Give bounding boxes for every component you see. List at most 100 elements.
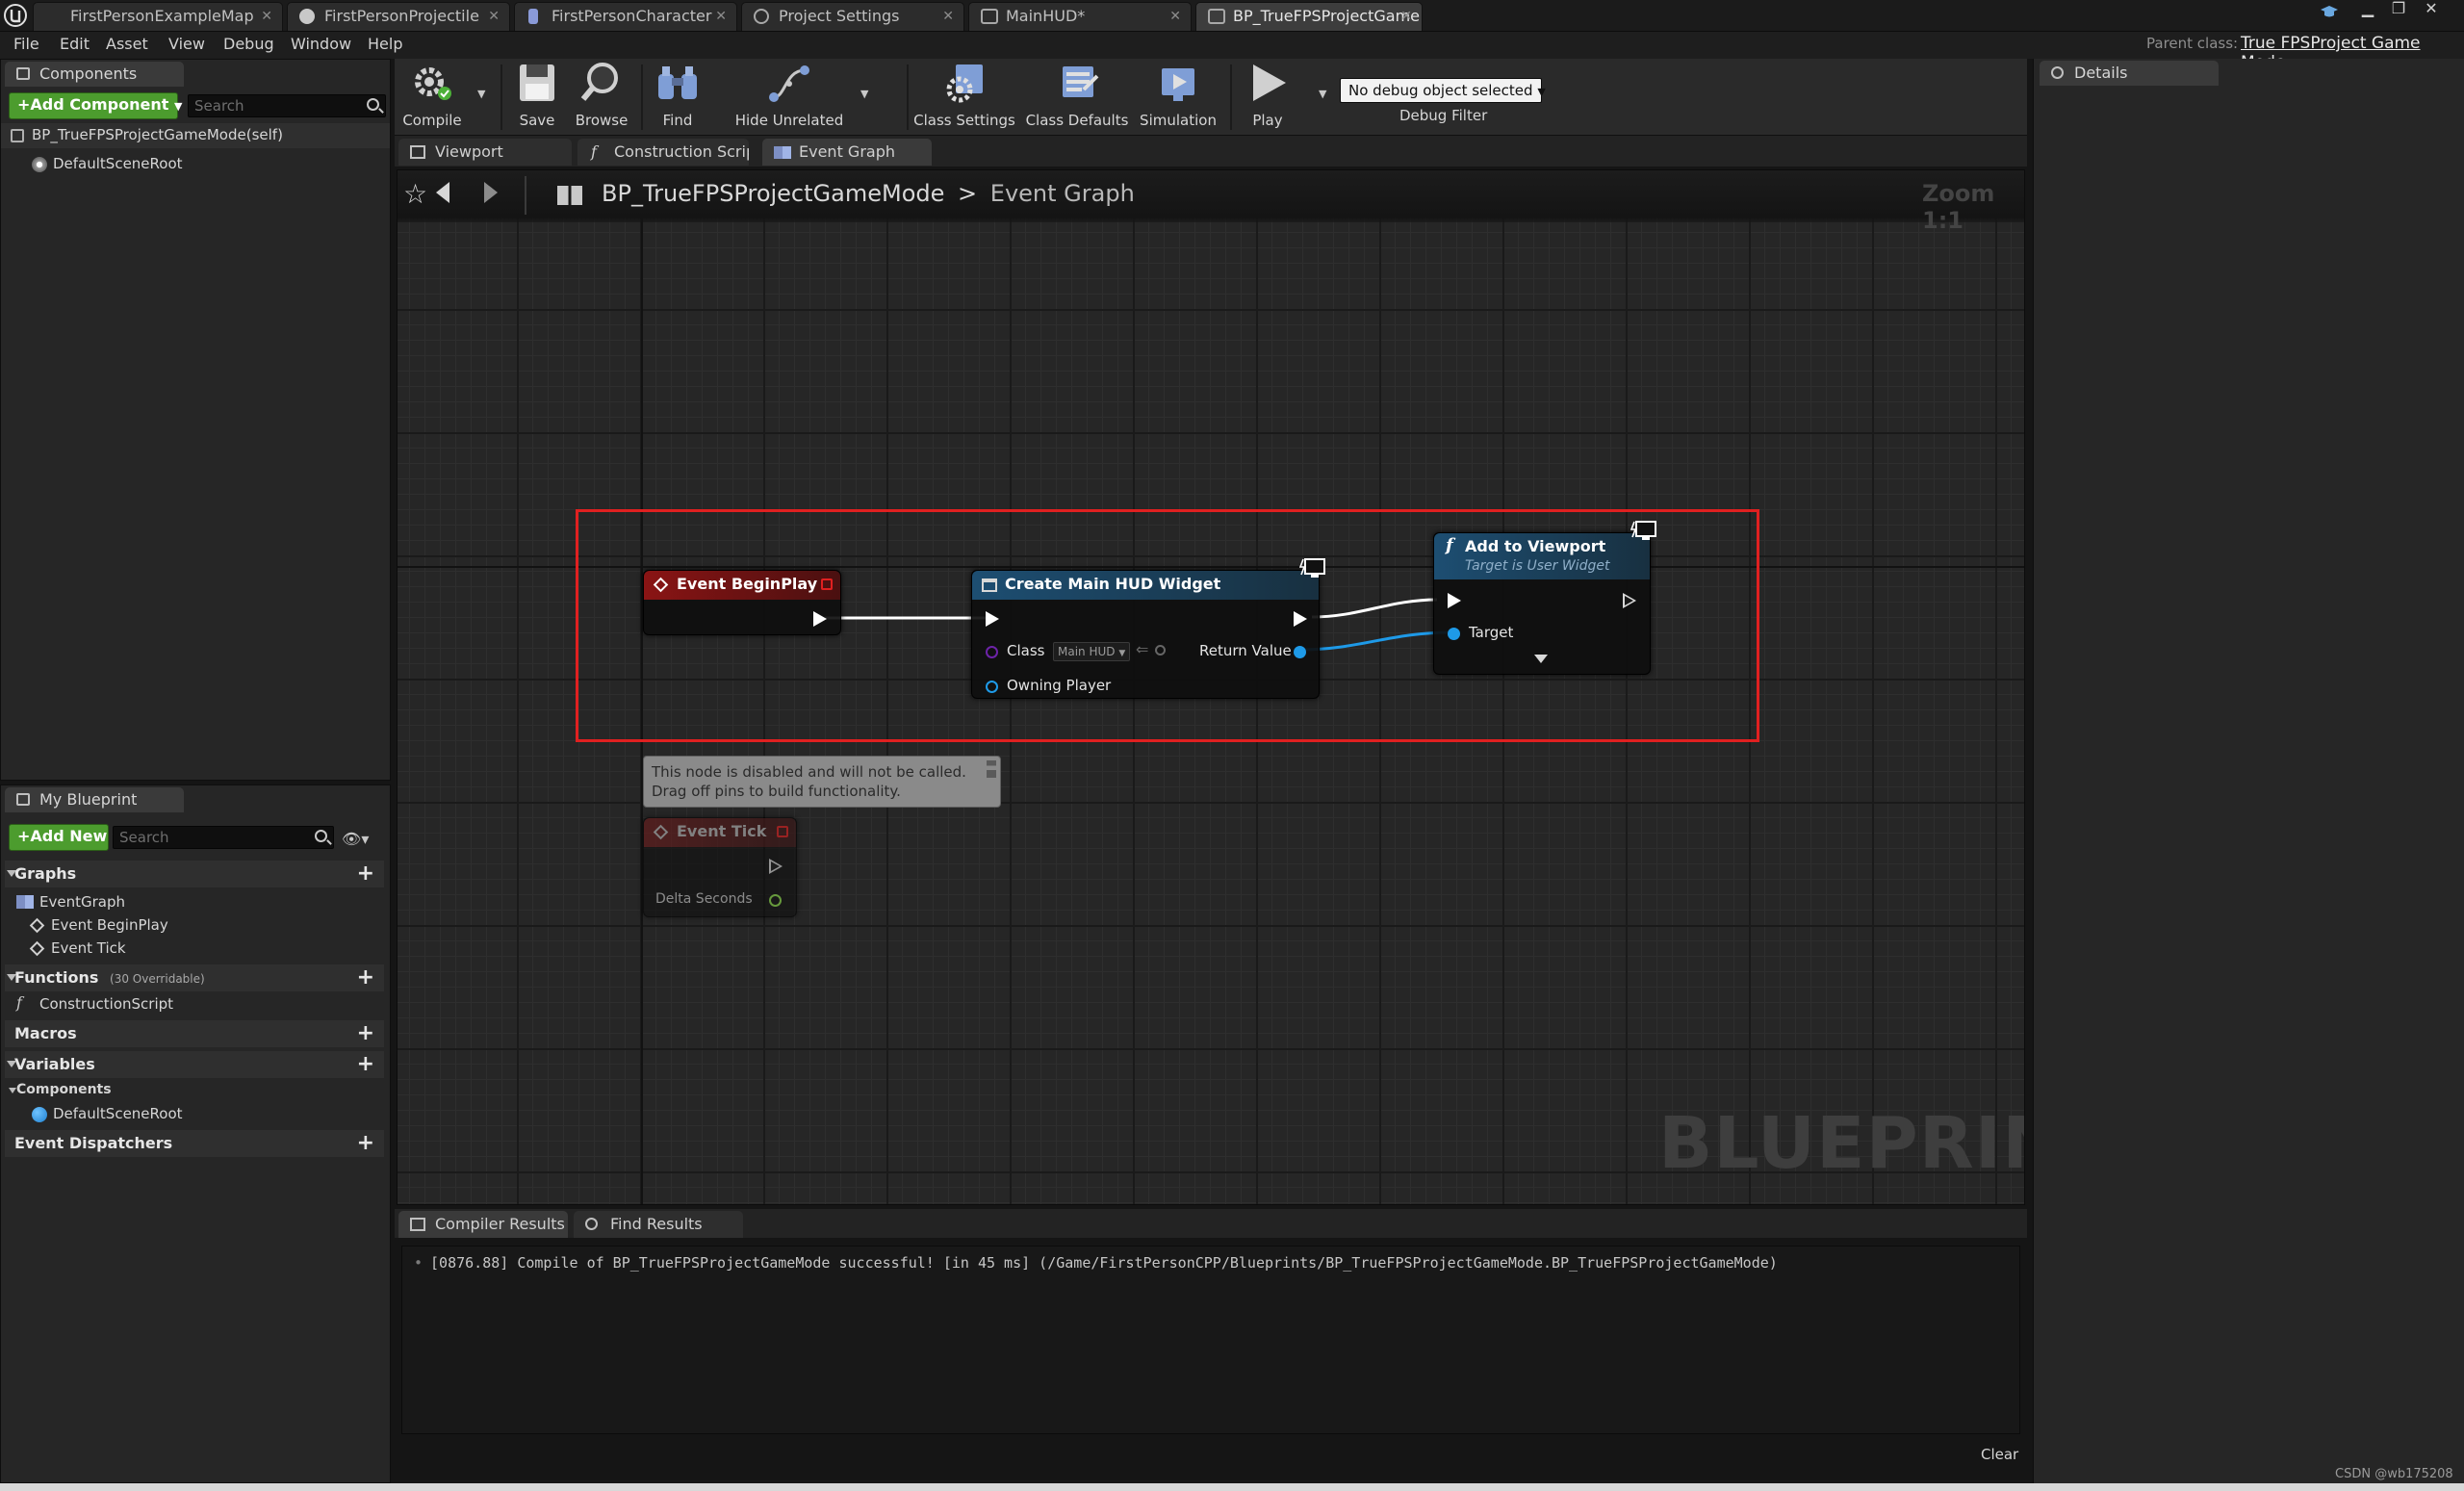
delegate-pin-icon[interactable] (821, 578, 833, 590)
tab-find-results[interactable]: Find Results (574, 1211, 743, 1238)
add-variable-icon[interactable]: + (357, 1051, 374, 1078)
section-event-dispatchers[interactable]: Event Dispatchers + (5, 1130, 384, 1157)
browse-magnifier-icon[interactable] (1155, 645, 1166, 656)
close-window-button[interactable]: ✕ (2418, 0, 2445, 19)
add-graph-icon[interactable]: + (357, 861, 374, 887)
debug-object-select[interactable]: No debug object selected ▼ (1340, 78, 1546, 103)
tab-compiler-results[interactable]: Compiler Results (398, 1211, 568, 1238)
chevron-down-icon: ▼ (173, 100, 183, 113)
close-icon[interactable]: ✕ (261, 3, 272, 30)
components-icon (16, 67, 30, 80)
compiler-icon (410, 1218, 425, 1231)
default-scene-root-label: DefaultSceneRoot (53, 155, 183, 172)
add-new-button[interactable]: +Add New ▼ (9, 824, 120, 851)
play-options-chevron-icon[interactable]: ▼ (1319, 88, 1326, 100)
target-input-pin[interactable] (1448, 628, 1460, 640)
compile-gear-icon (409, 61, 455, 105)
graph-item-event-graph[interactable]: EventGraph (9, 891, 384, 914)
graph-item-event-begin-play[interactable]: Event BeginPlay (9, 914, 384, 938)
node-header: Event BeginPlay (644, 571, 840, 600)
node-create-main-hud-widget[interactable]: Create Main HUD Widget Class Main HUD ▼ … (971, 558, 1325, 699)
doc-tab-project-settings[interactable]: Project Settings ✕ (741, 2, 964, 31)
menu-asset[interactable]: Asset (106, 35, 148, 53)
class-input-pin[interactable] (986, 646, 998, 658)
unreal-logo-icon[interactable] (4, 3, 27, 28)
close-icon[interactable]: ✕ (942, 3, 954, 30)
browse-button[interactable]: Browse (570, 61, 633, 136)
delta-seconds-output-pin[interactable] (769, 894, 782, 907)
close-icon[interactable]: ✕ (488, 3, 500, 30)
tab-viewport[interactable]: Viewport (398, 139, 572, 166)
graduation-cap-icon[interactable] (2320, 4, 2339, 19)
clear-button[interactable]: Clear (1981, 1446, 2018, 1463)
add-macro-icon[interactable]: + (357, 1020, 374, 1047)
my-blueprint-search-input[interactable]: Search (113, 826, 334, 849)
components-search-input[interactable]: Search (188, 94, 386, 117)
minimize-button[interactable]: ▁ (2354, 0, 2381, 19)
menu-view[interactable]: View (168, 35, 205, 53)
return-value-output-pin[interactable] (1294, 646, 1306, 658)
menu-help[interactable]: Help (368, 35, 402, 53)
hide-unrelated-button[interactable]: Hide Unrelated (732, 61, 847, 136)
component-root-row[interactable]: BP_TrueFPSProjectGameMode(self) (1, 123, 390, 148)
menu-file[interactable]: File (13, 35, 39, 53)
doc-tab-first-person-character[interactable]: FirstPersonCharacter ✕ (514, 2, 737, 31)
close-icon[interactable]: ✕ (715, 3, 727, 30)
exec-output-pin[interactable] (813, 611, 827, 627)
tab-details[interactable]: Details (2040, 61, 2219, 86)
menu-debug[interactable]: Debug (223, 35, 274, 53)
tab-components[interactable]: Components (5, 62, 184, 87)
save-button[interactable]: Save (508, 61, 566, 136)
component-default-scene-root[interactable]: DefaultSceneRoot (1, 152, 390, 177)
add-component-button[interactable]: +Add Component ▼ (9, 92, 182, 119)
play-button[interactable]: Play (1234, 61, 1301, 136)
eye-icon[interactable]: 👁▾ (342, 830, 380, 848)
function-item-construction-script[interactable]: f ConstructionScript (9, 993, 384, 1016)
restore-button[interactable]: ❐ (2385, 0, 2412, 19)
compile-button[interactable]: Compile (398, 61, 466, 136)
find-button[interactable]: Find (649, 61, 706, 136)
use-selected-arrow-icon[interactable]: ⇐ (1136, 640, 1148, 658)
doc-tab-bp-true-fps-project-game[interactable]: BP_TrueFPSProjectGame ✕ (1195, 2, 1423, 31)
close-icon[interactable]: ✕ (1400, 3, 1412, 30)
class-defaults-button[interactable]: Class Defaults (1020, 61, 1134, 136)
variable-item-default-scene-root[interactable]: DefaultSceneRoot (9, 1103, 384, 1126)
event-graph-canvas[interactable]: ☆ BP_TrueFPSProjectGameMode > Event Grap… (397, 169, 2025, 1205)
node-event-tick[interactable]: Event Tick Delta Seconds (643, 817, 797, 917)
hide-unrelated-chevron-icon[interactable]: ▼ (860, 88, 868, 100)
node-event-begin-play[interactable]: Event BeginPlay (643, 570, 841, 635)
close-icon[interactable]: ✕ (1169, 3, 1181, 30)
doc-tab-first-person-projectile[interactable]: FirstPersonProjectile ✕ (287, 2, 510, 31)
section-functions[interactable]: Functions (30 Overridable) + (5, 964, 384, 991)
section-variables[interactable]: Variables + (5, 1051, 384, 1078)
doc-tab-first-person-example-map[interactable]: FirstPersonExampleMap ✕ (33, 2, 283, 31)
simulation-button[interactable]: Simulation (1136, 61, 1220, 136)
tab-my-blueprint[interactable]: My Blueprint (5, 787, 184, 812)
exec-input-pin[interactable] (986, 611, 999, 627)
menu-window[interactable]: Window (291, 35, 351, 53)
class-picker-dropdown[interactable]: Main HUD ▼ (1053, 642, 1130, 661)
section-macros[interactable]: Macros + (5, 1020, 384, 1047)
add-function-icon[interactable]: + (357, 964, 374, 991)
exec-output-pin[interactable] (769, 859, 783, 874)
doc-tab-main-hud[interactable]: MainHUD* ✕ (968, 2, 1192, 31)
exec-output-pin[interactable] (1294, 611, 1307, 627)
delegate-pin-icon[interactable] (777, 826, 788, 837)
graph-item-event-tick[interactable]: Event Tick (9, 938, 384, 961)
add-event-dispatcher-icon[interactable]: + (357, 1130, 374, 1157)
class-settings-button[interactable]: Class Settings (911, 61, 1018, 136)
menu-bar: File Edit Asset View Debug Window Help P… (0, 32, 2464, 72)
section-graphs[interactable]: Graphs + (5, 861, 384, 887)
owning-player-input-pin[interactable] (986, 681, 998, 693)
tab-construction-script[interactable]: f Construction Scrip (578, 139, 749, 166)
advanced-pins-expand-icon[interactable] (1534, 655, 1548, 663)
class-defaults-icon (1054, 61, 1100, 105)
tab-event-graph[interactable]: Event Graph (762, 139, 932, 166)
pin-tooltip-icon[interactable] (987, 760, 996, 778)
menu-edit[interactable]: Edit (60, 35, 90, 53)
exec-output-pin[interactable] (1623, 593, 1636, 608)
compile-options-chevron-icon[interactable]: ▼ (477, 88, 485, 100)
variables-components-category[interactable]: Components (5, 1080, 384, 1101)
exec-input-pin[interactable] (1448, 593, 1461, 608)
node-add-to-viewport[interactable]: f Add to Viewport Target is User Widget … (1433, 521, 1656, 675)
